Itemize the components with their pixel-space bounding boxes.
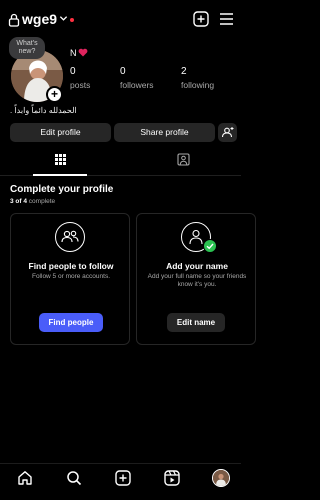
share-profile-button[interactable]: Share profile xyxy=(114,123,215,142)
stat-following-value: 2 xyxy=(181,66,187,77)
stat-following-label: following xyxy=(181,80,215,90)
search-icon[interactable] xyxy=(66,470,82,486)
people-icon xyxy=(55,222,85,252)
add-user-icon xyxy=(221,127,234,138)
card-find-people-title: Find people to follow xyxy=(28,261,114,271)
stat-followers[interactable]: 0 followers xyxy=(120,66,154,90)
discover-people-button[interactable] xyxy=(218,123,237,142)
bottom-nav-divider xyxy=(0,463,241,464)
edit-profile-button[interactable]: Edit profile xyxy=(10,123,111,142)
tab-grid[interactable] xyxy=(0,152,120,174)
bio-text: الحمدلله دائماً وابداً . xyxy=(10,106,77,115)
stat-followers-label: followers xyxy=(120,80,154,90)
heart-emoji-icon xyxy=(78,48,88,57)
stat-following[interactable]: 2 following xyxy=(181,66,214,90)
progress-count: 3 of 4 xyxy=(10,198,27,205)
menu-icon[interactable] xyxy=(219,12,234,26)
note-bubble[interactable]: What's new? xyxy=(9,37,45,59)
display-name: N xyxy=(70,48,77,58)
edit-name-button[interactable]: Edit name xyxy=(167,313,225,332)
lock-icon xyxy=(8,13,20,27)
stat-posts-value: 0 xyxy=(70,66,76,77)
nav-create-icon[interactable] xyxy=(115,470,131,486)
create-icon[interactable] xyxy=(193,11,209,27)
chevron-down-icon[interactable] xyxy=(59,14,68,23)
find-people-button[interactable]: Find people xyxy=(39,313,103,332)
username[interactable]: wge9 xyxy=(22,11,57,27)
card-add-name-title: Add your name xyxy=(166,261,228,271)
stat-posts[interactable]: 0 posts xyxy=(70,66,90,90)
home-icon[interactable] xyxy=(17,470,33,486)
tagged-icon xyxy=(177,153,190,166)
card-add-name: Add your name Add your full name so your… xyxy=(136,213,256,345)
complete-profile-progress: 3 of 4 complete xyxy=(10,198,55,205)
top-bar: wge9 xyxy=(0,0,241,40)
nav-profile-avatar[interactable] xyxy=(212,469,230,487)
notification-dot xyxy=(70,18,74,22)
card-find-people: Find people to follow Follow 5 or more a… xyxy=(10,213,130,345)
check-badge-icon xyxy=(203,239,217,253)
stat-posts-label: posts xyxy=(70,80,91,90)
add-story-icon[interactable]: + xyxy=(46,86,63,103)
stat-followers-value: 0 xyxy=(120,66,126,77)
card-add-name-desc: Add your full name so your friends know … xyxy=(147,273,247,288)
complete-profile-title: Complete your profile xyxy=(10,184,114,195)
tab-tagged[interactable] xyxy=(121,152,241,174)
reels-icon[interactable] xyxy=(164,470,180,486)
card-find-people-desc: Follow 5 or more accounts. xyxy=(31,273,111,280)
progress-word: complete xyxy=(28,198,56,205)
active-tab-indicator xyxy=(33,174,87,176)
grid-icon xyxy=(55,154,66,165)
